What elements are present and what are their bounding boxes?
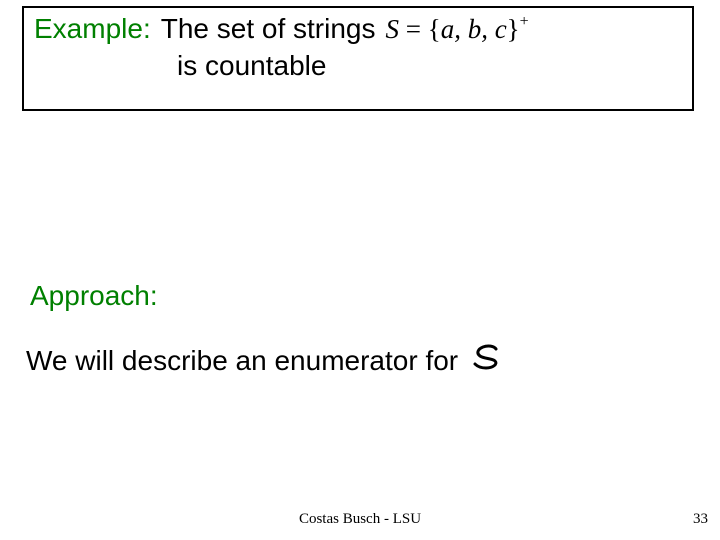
set-lhs: S — [385, 14, 399, 44]
set-open: { — [428, 14, 441, 44]
body-line: We will describe an enumerator for — [26, 344, 502, 377]
example-label: Example: — [34, 12, 151, 46]
set-close: } — [507, 14, 520, 44]
example-line1: Example: The set of strings S = {a, b, c… — [34, 12, 682, 46]
page-number: 33 — [693, 511, 708, 528]
line2-text: is countable — [177, 50, 682, 82]
slide: Example: The set of strings S = {a, b, c… — [0, 0, 720, 540]
line1-text: The set of strings — [161, 12, 376, 46]
set-superscript: + — [520, 13, 529, 30]
set-items: a, b, c — [441, 14, 507, 44]
example-box: Example: The set of strings S = {a, b, c… — [22, 6, 694, 111]
approach-label: Approach: — [30, 280, 158, 312]
body-text: We will describe an enumerator for — [26, 345, 458, 377]
footer-text: Costas Busch - LSU — [0, 511, 720, 528]
symbol-s-icon — [472, 344, 502, 377]
set-eq: = — [399, 14, 428, 44]
set-expression: S = {a, b, c}+ — [385, 13, 528, 45]
